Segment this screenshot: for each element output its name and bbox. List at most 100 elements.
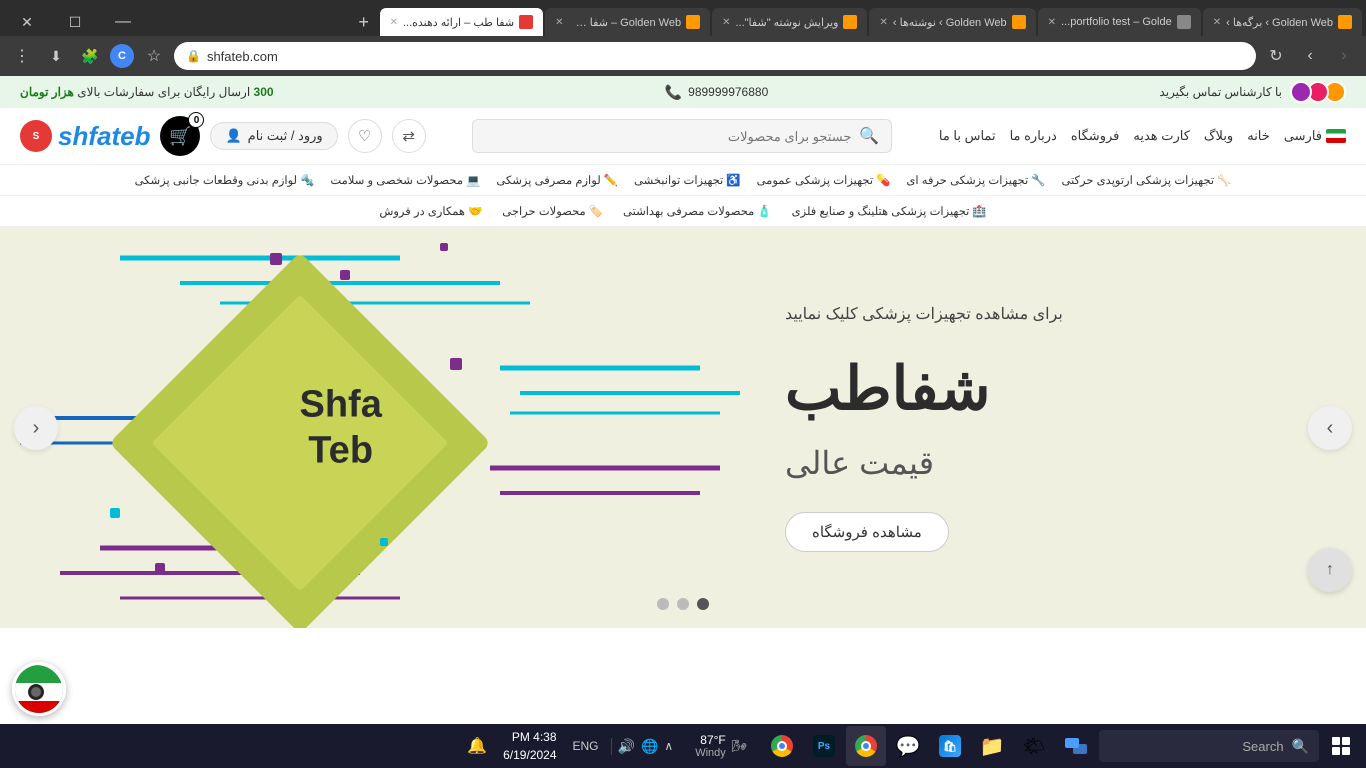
tab-6-active[interactable]: شفا طب – ارائه دهنده... ✕ bbox=[380, 8, 544, 36]
nav-item-partner[interactable]: 🤝 همکاری در فروش bbox=[369, 196, 492, 226]
browser-chrome: Golden Web › برگه‌ها › ✕ portfolio test … bbox=[0, 0, 1366, 76]
tray-expand[interactable]: ∧ bbox=[664, 739, 673, 753]
nav-link-home[interactable]: خانه bbox=[1247, 128, 1270, 144]
nav-icon-accessories: 🔩 bbox=[300, 173, 314, 187]
nav-link-about[interactable]: درباره ما bbox=[1010, 128, 1057, 144]
dot-2[interactable] bbox=[677, 598, 689, 610]
taskbar-app-taskview[interactable] bbox=[1056, 726, 1096, 766]
new-tab-button[interactable]: + bbox=[350, 8, 378, 36]
taskbar-app-store[interactable]: 🛍 bbox=[930, 726, 970, 766]
slider-dots bbox=[657, 598, 709, 610]
tab-close-2[interactable]: ✕ bbox=[1048, 17, 1056, 28]
lang-indicator[interactable]: ENG bbox=[569, 739, 603, 753]
hero-svg-decoration bbox=[0, 228, 792, 628]
nav-item-hoteling[interactable]: 🏥 تجهیزات پزشکی هتلینگ و صنایع فلزی bbox=[782, 196, 997, 226]
taskbar-search-bar[interactable]: 🔍 Search bbox=[1099, 730, 1319, 762]
download-icon[interactable]: ⬇ bbox=[42, 42, 70, 70]
weather-info: 87°F Windy bbox=[695, 733, 726, 759]
nav-item-hygienic[interactable]: 🧴 محصولات مصرفی بهداشتی bbox=[613, 196, 782, 226]
login-button[interactable]: ورود / ثبت نام 👤 bbox=[210, 122, 337, 150]
taskbar-app-chrome2[interactable] bbox=[762, 726, 802, 766]
hero-cta-button[interactable]: مشاهده فروشگاه bbox=[785, 512, 949, 552]
tab-1[interactable]: Golden Web › برگه‌ها › ✕ bbox=[1203, 8, 1362, 36]
nav-item-rehab[interactable]: ♿ تجهیزات توانبخشی bbox=[626, 165, 749, 195]
hero-cta-label: مشاهده فروشگاه bbox=[812, 524, 922, 541]
tab-2[interactable]: portfolio test – Golde... ✕ bbox=[1038, 8, 1201, 36]
extensions-icon[interactable]: 🧩 bbox=[76, 42, 104, 70]
nav-item-consumable[interactable]: ✏️ لوازم مصرفی پزشکی bbox=[488, 165, 626, 195]
notifications-button[interactable]: 🔔 bbox=[463, 732, 491, 760]
hero-slider: Shfa Teb برای مشاهده تجهیزات پزشکی کلیک … bbox=[0, 228, 1366, 628]
nav-item-sale[interactable]: 🏷️ محصولات حراجی bbox=[492, 196, 613, 226]
nav-forward[interactable]: › bbox=[1296, 42, 1324, 70]
taskbar-app-photoshop[interactable]: Ps bbox=[804, 726, 844, 766]
clock-date: 6/19/2024 bbox=[503, 746, 556, 764]
promo-currency: هزار تومان bbox=[20, 85, 74, 99]
lock-icon: 🔒 bbox=[186, 49, 201, 63]
tab-close-1[interactable]: ✕ bbox=[1213, 17, 1221, 28]
weather-widget[interactable]: 🌬 87°F Windy bbox=[687, 733, 755, 759]
nav-item-ortho[interactable]: 🦴 تجهیزات پزشکی ارتوپدی حرکتی bbox=[1054, 165, 1240, 195]
search-submit-button[interactable]: 🔍 bbox=[859, 126, 879, 146]
dot-1[interactable] bbox=[697, 598, 709, 610]
tab-favicon-5 bbox=[686, 15, 700, 29]
nav-link-gift[interactable]: کارت هدیه bbox=[1133, 128, 1190, 144]
cart-button[interactable]: 🛒 0 bbox=[160, 116, 200, 156]
nav-item-pro[interactable]: 🔧 تجهیزات پزشکی حرفه ای bbox=[898, 165, 1053, 195]
files-icon: 📁 bbox=[980, 734, 1005, 759]
nav-link-blog[interactable]: وبلاگ bbox=[1204, 128, 1233, 144]
wishlist-button[interactable]: ♡ bbox=[348, 119, 382, 153]
nav-icon-ortho: 🦴 bbox=[1217, 173, 1231, 187]
nav-label-ortho: تجهیزات پزشکی ارتوپدی حرکتی bbox=[1062, 173, 1215, 187]
address-bar[interactable]: 🔒 shfateb.com bbox=[174, 42, 1256, 70]
nav-link-contact[interactable]: تماس با ما bbox=[939, 128, 996, 144]
tab-close-3[interactable]: ✕ bbox=[879, 17, 887, 28]
hero-arrow-left[interactable]: ‹ bbox=[14, 406, 58, 450]
hero-arrow-right[interactable]: › bbox=[1308, 406, 1352, 450]
volume-icon[interactable]: 🔊 bbox=[618, 738, 635, 755]
taskview-icon bbox=[1065, 738, 1087, 754]
window-close[interactable]: ✕ bbox=[4, 8, 50, 36]
global-flag[interactable] bbox=[12, 662, 66, 716]
window-maximize[interactable]: ☐ bbox=[52, 8, 98, 36]
tab-3[interactable]: Golden Web › نوشته‌ها › ✕ bbox=[869, 8, 1035, 36]
nav-label-general: تجهیزات پزشکی عمومی bbox=[757, 173, 873, 187]
promo-avatars bbox=[1290, 81, 1346, 103]
taskbar-app-messages[interactable]: 💬 bbox=[888, 726, 928, 766]
dot-3[interactable] bbox=[657, 598, 669, 610]
taskbar-app-chrome[interactable] bbox=[846, 726, 886, 766]
tab-close-6[interactable]: ✕ bbox=[390, 17, 398, 28]
nav-item-general[interactable]: 💊 تجهیزات پزشکی عمومی bbox=[749, 165, 899, 195]
nav-icon-pro: 🔧 bbox=[1031, 173, 1045, 187]
weather-condition: Windy bbox=[695, 747, 726, 759]
tab-close-4[interactable]: ✕ bbox=[722, 17, 730, 28]
profile-avatar[interactable]: C bbox=[110, 44, 134, 68]
window-minimize[interactable]: — bbox=[100, 8, 146, 36]
settings-icon[interactable]: ⋮ bbox=[8, 42, 36, 70]
clock-area[interactable]: 4:38 PM 6/19/2024 bbox=[499, 728, 560, 764]
taskbar-app-files[interactable]: 📁 bbox=[972, 726, 1012, 766]
bookmark-icon[interactable]: ☆ bbox=[140, 42, 168, 70]
start-button[interactable] bbox=[1322, 727, 1360, 765]
messages-icon: 💬 bbox=[896, 734, 921, 759]
nav-item-accessories[interactable]: 🔩 لوازم بدنی وقطعات جانبی پزشکی bbox=[127, 165, 323, 195]
nav-back[interactable]: ‹ bbox=[1330, 42, 1358, 70]
floating-action-button[interactable]: ↑ bbox=[1308, 548, 1352, 592]
network-icon[interactable]: 🌐 bbox=[641, 738, 658, 755]
tab-5[interactable]: Golden Web – شفا طب ✕ bbox=[545, 8, 710, 36]
nav-item-personal[interactable]: 💻 محصولات شخصی و سلامت bbox=[322, 165, 488, 195]
hero-title: شفاطب bbox=[785, 354, 991, 424]
tab-close-5[interactable]: ✕ bbox=[555, 17, 563, 28]
logo[interactable]: S shfateb bbox=[20, 120, 150, 152]
search-box[interactable]: 🔍 bbox=[472, 119, 892, 153]
nav-link-shop[interactable]: فروشگاه bbox=[1071, 128, 1120, 144]
lang-selector[interactable]: فارسی bbox=[1284, 128, 1346, 144]
nav-icon-sale: 🏷️ bbox=[589, 204, 603, 218]
tab-title-4: ویرایش نوشته "شفا"... bbox=[735, 16, 838, 29]
compare-button[interactable]: ⇄ bbox=[392, 119, 426, 153]
iran-flag-circle bbox=[12, 665, 63, 716]
taskbar-app-widget[interactable]: 🌤 bbox=[1014, 726, 1054, 766]
tab-4[interactable]: ویرایش نوشته "شفا"... ✕ bbox=[712, 8, 867, 36]
search-input[interactable] bbox=[485, 129, 851, 144]
nav-reload[interactable]: ↻ bbox=[1262, 42, 1290, 70]
